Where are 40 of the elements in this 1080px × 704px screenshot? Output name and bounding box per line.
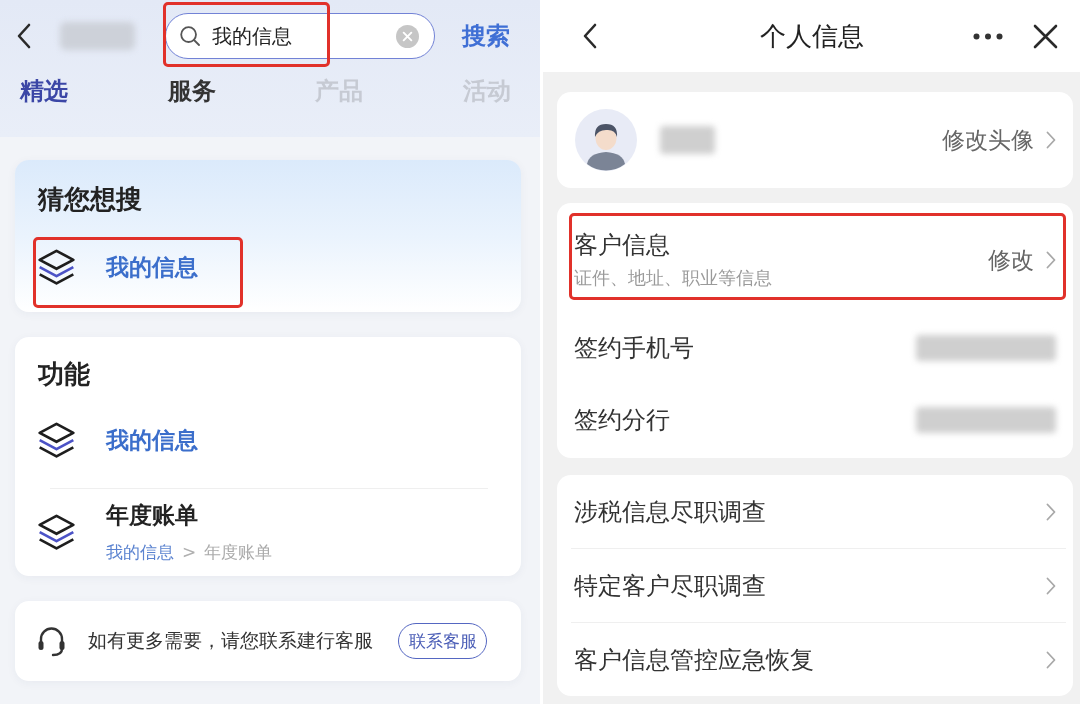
more-icon[interactable]	[973, 32, 1003, 40]
function-item[interactable]: 年度账单	[106, 501, 198, 529]
close-icon[interactable]	[1033, 23, 1058, 49]
tab[interactable]: 服务	[167, 76, 216, 106]
page-title: 个人信息	[759, 20, 864, 52]
section-title: 功能	[38, 359, 90, 389]
function-item[interactable]: 我的信息	[106, 425, 198, 455]
breadcrumb-item[interactable]: 我的信息	[106, 541, 174, 563]
row-label: 客户信息	[574, 231, 670, 259]
chevron-right-icon	[1046, 502, 1056, 521]
chevron-right-icon	[1046, 251, 1056, 269]
menu-item[interactable]: 客户信息管控应急恢复	[574, 645, 814, 674]
chevron-right-icon	[1046, 576, 1056, 595]
avatar-icon	[575, 109, 637, 171]
menu-item[interactable]: 涉税信息尽职调查	[574, 497, 766, 526]
breadcrumb-separator: >	[182, 541, 197, 563]
layers-icon	[38, 422, 75, 458]
row-description: 证件、地址、职业等信息	[574, 267, 772, 289]
breadcrumb-item: 年度账单	[204, 541, 273, 563]
tab[interactable]: 精选	[20, 76, 68, 106]
row-label: 签约分行	[574, 406, 670, 434]
chevron-right-icon	[1046, 131, 1056, 149]
search-field[interactable]: 我的信息	[165, 13, 435, 59]
row-label: 签约手机号	[574, 334, 694, 362]
contact-service-button[interactable]: 联系客服	[398, 623, 487, 659]
back-icon[interactable]	[583, 23, 597, 49]
headset-icon	[37, 625, 66, 657]
layers-icon	[38, 249, 75, 285]
back-icon[interactable]	[17, 23, 31, 49]
edit-link[interactable]: 修改	[988, 246, 1034, 274]
search-input[interactable]: 我的信息	[212, 24, 396, 48]
section-title: 猜您想搜	[38, 184, 142, 214]
chevron-right-icon	[1046, 650, 1056, 669]
help-text: 如有更多需要，请您联系建行客服	[88, 628, 373, 653]
search-icon	[180, 26, 200, 46]
layers-icon	[38, 514, 75, 550]
change-avatar-link[interactable]: 修改头像	[942, 126, 1034, 154]
suggestion-item[interactable]: 我的信息	[106, 252, 198, 282]
menu-item[interactable]: 特定客户尽职调查	[574, 571, 766, 600]
search-button[interactable]: 搜索	[462, 20, 510, 52]
